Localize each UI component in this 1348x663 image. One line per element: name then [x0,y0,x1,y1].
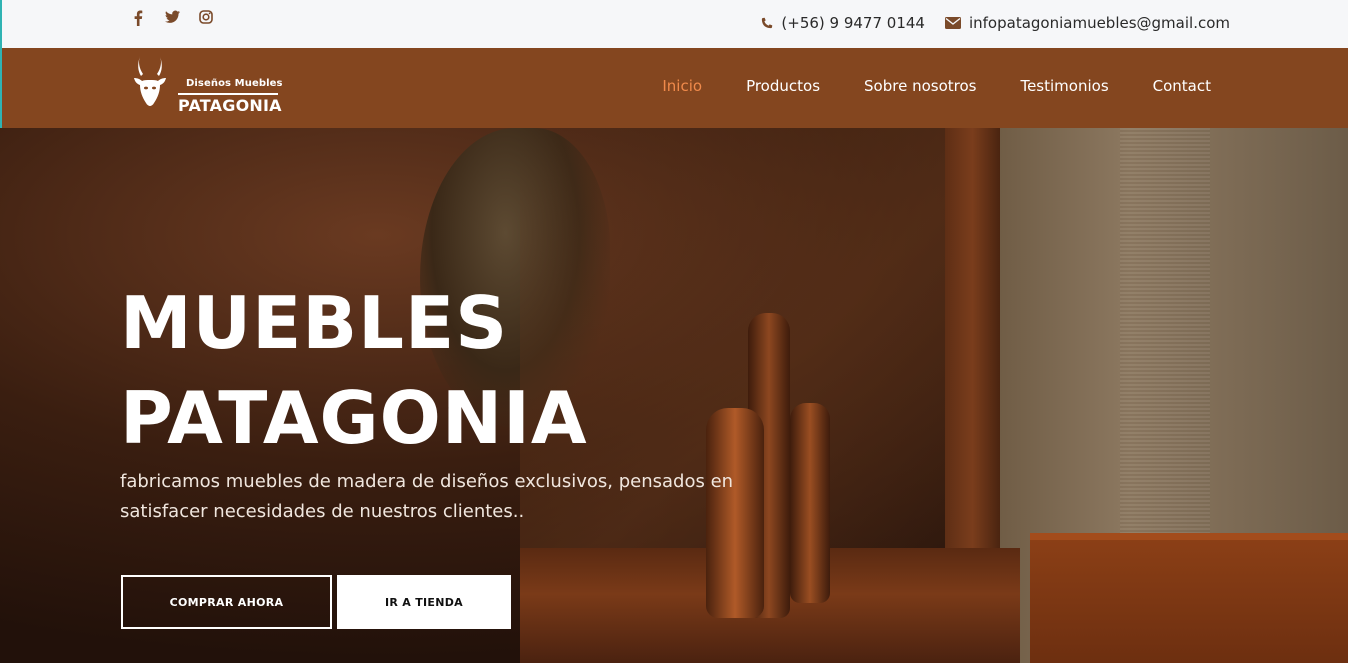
hero-background-vase [790,403,830,603]
twitter-icon[interactable] [164,10,180,30]
nav-productos[interactable]: Productos [746,77,820,95]
hero-background-cabinet [1030,540,1348,663]
top-bar: (+56) 9 9477 0144 infopatagoniamuebles@g… [0,0,1348,48]
email-address: infopatagoniamuebles@gmail.com [968,14,1230,32]
ir-a-tienda-button[interactable]: IR A TIENDA [337,575,511,629]
nav-testimonios[interactable]: Testimonios [1020,77,1108,95]
brand-logo[interactable]: Diseños Muebles PATAGONIA [128,54,288,118]
main-navbar: Diseños Muebles PATAGONIA Inicio Product… [0,48,1348,128]
hero-title: MUEBLES PATAGONIA [120,276,588,466]
brand-tagline: Diseños Muebles [186,78,283,89]
envelope-icon [944,17,961,29]
primary-nav: Inicio Productos Sobre nosotros Testimon… [662,77,1211,95]
hero-subtitle: fabricamos muebles de madera de diseños … [120,471,734,522]
nav-contact[interactable]: Contact [1153,77,1211,95]
brand-divider [178,93,278,95]
nav-inicio[interactable]: Inicio [662,77,702,95]
instagram-icon[interactable] [198,10,214,30]
phone-contact[interactable]: (+56) 9 9477 0144 [760,14,925,32]
brand-name: PATAGONIA [178,96,282,115]
phone-number: (+56) 9 9477 0144 [781,14,925,32]
antelope-logo-icon [134,56,166,106]
comprar-ahora-button[interactable]: COMPRAR AHORA [121,575,332,629]
social-links [130,10,214,30]
nav-sobre-nosotros[interactable]: Sobre nosotros [864,77,976,95]
facebook-icon[interactable] [130,10,146,30]
hero-title-line1: MUEBLES [120,281,509,365]
email-contact[interactable]: infopatagoniamuebles@gmail.com [944,14,1230,32]
contact-info: (+56) 9 9477 0144 infopatagoniamuebles@g… [760,14,1230,32]
hero-section: MUEBLES PATAGONIA fabricamos muebles de … [0,128,1348,663]
phone-icon [762,17,773,28]
hero-title-line2: PATAGONIA [120,376,588,460]
